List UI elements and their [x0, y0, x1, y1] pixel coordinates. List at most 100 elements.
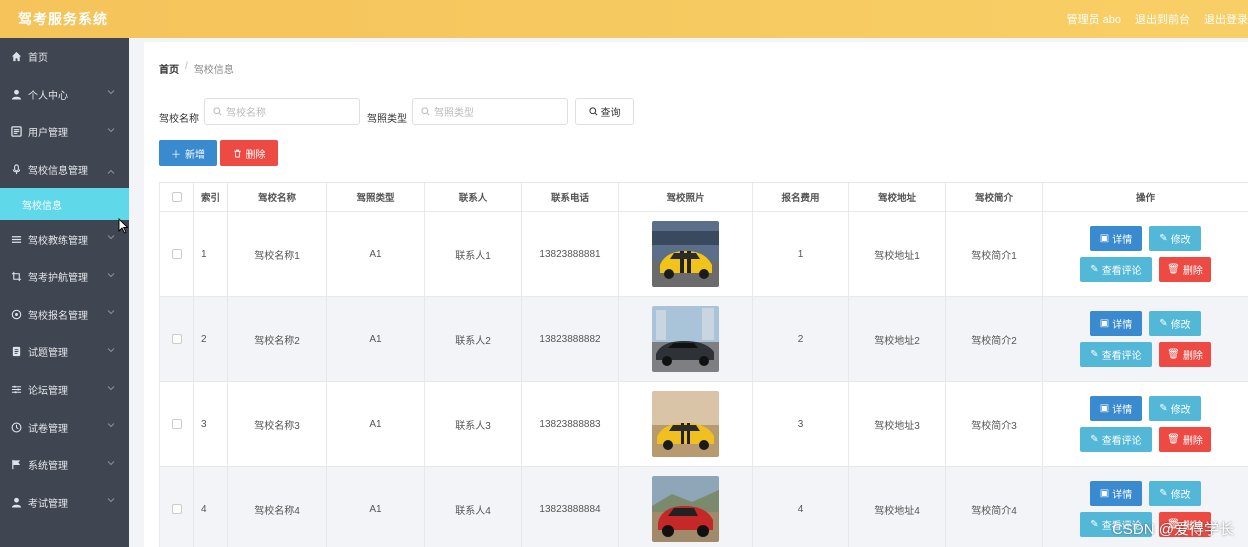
clock-icon — [10, 421, 22, 433]
review-label: 查看评论 — [1101, 266, 1142, 277]
chevron-down-icon — [107, 460, 115, 465]
row-checkbox[interactable] — [171, 504, 182, 514]
main-content: 首页 / 驾校信息 驾校名称 驾校名称 驾照类型 驾照类型 查询 ＋ 新增 删除 — [129, 38, 1248, 547]
top-header: 驾考服务系统 管理员 abo 退出到前台 退出登录 — [0, 0, 1248, 38]
sidebar-subitem-school-info[interactable]: 驾校信息 — [0, 188, 129, 221]
target-icon — [10, 308, 22, 320]
edit-icon: ✎ — [1090, 519, 1099, 530]
detail-label: 详情 — [1112, 490, 1133, 501]
detail-label: 详情 — [1112, 320, 1133, 331]
sidebar-item-label: 驾校报名管理 — [28, 310, 88, 322]
sidebar-item-label: 驾考护航管理 — [28, 273, 88, 285]
sidebar-item-coach-management[interactable]: 驾校教练管理 — [0, 220, 129, 258]
row-photo-cell — [618, 297, 752, 381]
sidebar-item-label: 论坛管理 — [28, 386, 68, 398]
breadcrumb-home[interactable]: 首页 — [159, 61, 179, 76]
detail-icon: ▣ — [1099, 488, 1110, 499]
row-license-type: A1 — [326, 212, 424, 296]
delete-label: 删除 — [1182, 436, 1203, 447]
search-icon — [588, 107, 597, 116]
admin-user-label[interactable]: 管理员 abo — [1067, 11, 1121, 27]
sidebar-item-school-info-management[interactable]: 驾校信息管理 — [0, 151, 129, 189]
detail-button[interactable]: ▣ 详情 — [1090, 311, 1142, 336]
row-checkbox[interactable] — [171, 334, 182, 344]
edit-label: 修改 — [1170, 490, 1191, 501]
header-index: 索引 — [193, 183, 227, 211]
select-all-cell — [159, 183, 193, 211]
back-to-front-link[interactable]: 退出到前台 — [1135, 11, 1190, 27]
logout-link[interactable]: 退出登录 — [1204, 11, 1248, 27]
home-icon — [10, 51, 22, 63]
row-fee: 1 — [752, 212, 848, 296]
edit-button[interactable]: ✎ 修改 — [1149, 396, 1201, 421]
edit-label: 修改 — [1170, 235, 1191, 246]
view-reviews-button[interactable]: ✎ 查看评论 — [1080, 342, 1152, 367]
row-checkbox[interactable] — [171, 419, 182, 429]
row-address: 驾校地址4 — [848, 467, 945, 547]
license-type-label: 驾照类型 — [367, 114, 407, 125]
document-icon — [10, 346, 22, 358]
chevron-down-icon — [107, 235, 115, 240]
trash-icon — [233, 149, 241, 158]
row-address: 驾校地址3 — [848, 382, 945, 466]
school-name-input[interactable]: 驾校名称 — [204, 98, 360, 125]
row-address: 驾校地址1 — [848, 212, 945, 296]
chevron-down-icon — [107, 272, 115, 277]
edit-button[interactable]: ✎ 修改 — [1149, 311, 1201, 336]
header-school-name: 驾校名称 — [227, 183, 326, 211]
header-contact: 联系人 — [424, 183, 521, 211]
query-button-label: 查询 — [600, 108, 621, 119]
sidebar-item-escort-management[interactable]: 驾考护航管理 — [0, 258, 129, 296]
content-panel: 首页 / 驾校信息 驾校名称 驾校名称 驾照类型 驾照类型 查询 ＋ 新增 删除 — [144, 42, 1248, 547]
sidebar-item-exam-management[interactable]: 考试管理 — [0, 484, 129, 522]
sidebar-item-paper-management[interactable]: 试卷管理 — [0, 408, 129, 446]
sidebar-item-enrollment-management[interactable]: 驾校报名管理 — [0, 296, 129, 334]
edit-label: 修改 — [1170, 320, 1191, 331]
sidebar-item-user-management[interactable]: 用户管理 — [0, 113, 129, 151]
delete-button-label: 删除 — [245, 149, 266, 161]
delete-button[interactable]: 🗑 删除 — [1159, 257, 1211, 282]
sidebar-item-home[interactable]: 首页 — [0, 38, 129, 76]
row-phone: 13823888883 — [521, 382, 618, 466]
row-photo-cell — [618, 212, 752, 296]
row-checkbox[interactable] — [171, 249, 182, 259]
sidebar-item-personal-center[interactable]: 个人中心 — [0, 76, 129, 114]
view-reviews-button[interactable]: ✎ 查看评论 — [1080, 427, 1152, 452]
detail-icon: ▣ — [1099, 403, 1110, 414]
license-type-input[interactable]: 驾照类型 — [412, 98, 568, 125]
edit-button[interactable]: ✎ 修改 — [1149, 226, 1201, 251]
search-icon — [421, 107, 430, 116]
user-icon — [10, 88, 22, 100]
query-button[interactable]: 查询 — [575, 98, 634, 125]
add-button[interactable]: ＋ 新增 — [159, 140, 217, 166]
sidebar-item-label: 驾校信息管理 — [28, 166, 88, 178]
chevron-down-icon — [107, 423, 115, 428]
detail-button[interactable]: ▣ 详情 — [1090, 226, 1142, 251]
chevron-down-icon — [107, 90, 115, 95]
row-phone: 13823888884 — [521, 467, 618, 547]
add-button-label: 新增 — [185, 149, 205, 161]
row-school-name: 驾校名称3 — [227, 382, 326, 466]
detail-icon: ▣ — [1099, 233, 1110, 244]
view-reviews-button[interactable]: ✎ 查看评论 — [1080, 257, 1152, 282]
sidebar-item-question-management[interactable]: 试题管理 — [0, 333, 129, 371]
row-actions: ▣ 详情 ✎ 修改 ✎ 查看评论 🗑 删除 — [1042, 212, 1248, 296]
batch-delete-button[interactable]: 删除 — [220, 140, 278, 166]
edit-icon: ✎ — [1159, 318, 1168, 329]
header-address: 驾校地址 — [848, 183, 945, 211]
mic-icon — [10, 164, 22, 176]
detail-button[interactable]: ▣ 详情 — [1090, 396, 1142, 421]
delete-button[interactable]: 🗑 删除 — [1159, 427, 1211, 452]
edit-button[interactable]: ✎ 修改 — [1149, 481, 1201, 506]
delete-button[interactable]: 🗑 删除 — [1159, 342, 1211, 367]
row-license-type: A1 — [326, 297, 424, 381]
row-contact: 联系人1 — [424, 212, 521, 296]
row-contact: 联系人2 — [424, 297, 521, 381]
select-all-checkbox[interactable] — [171, 192, 182, 202]
row-fee: 2 — [752, 297, 848, 381]
sidebar-item-system-management[interactable]: 系统管理 — [0, 446, 129, 484]
sidebar-item-forum-management[interactable]: 论坛管理 — [0, 371, 129, 409]
detail-button[interactable]: ▣ 详情 — [1090, 481, 1142, 506]
sidebar-item-label: 首页 — [28, 53, 48, 65]
trash-icon: 🗑 — [1167, 434, 1180, 445]
